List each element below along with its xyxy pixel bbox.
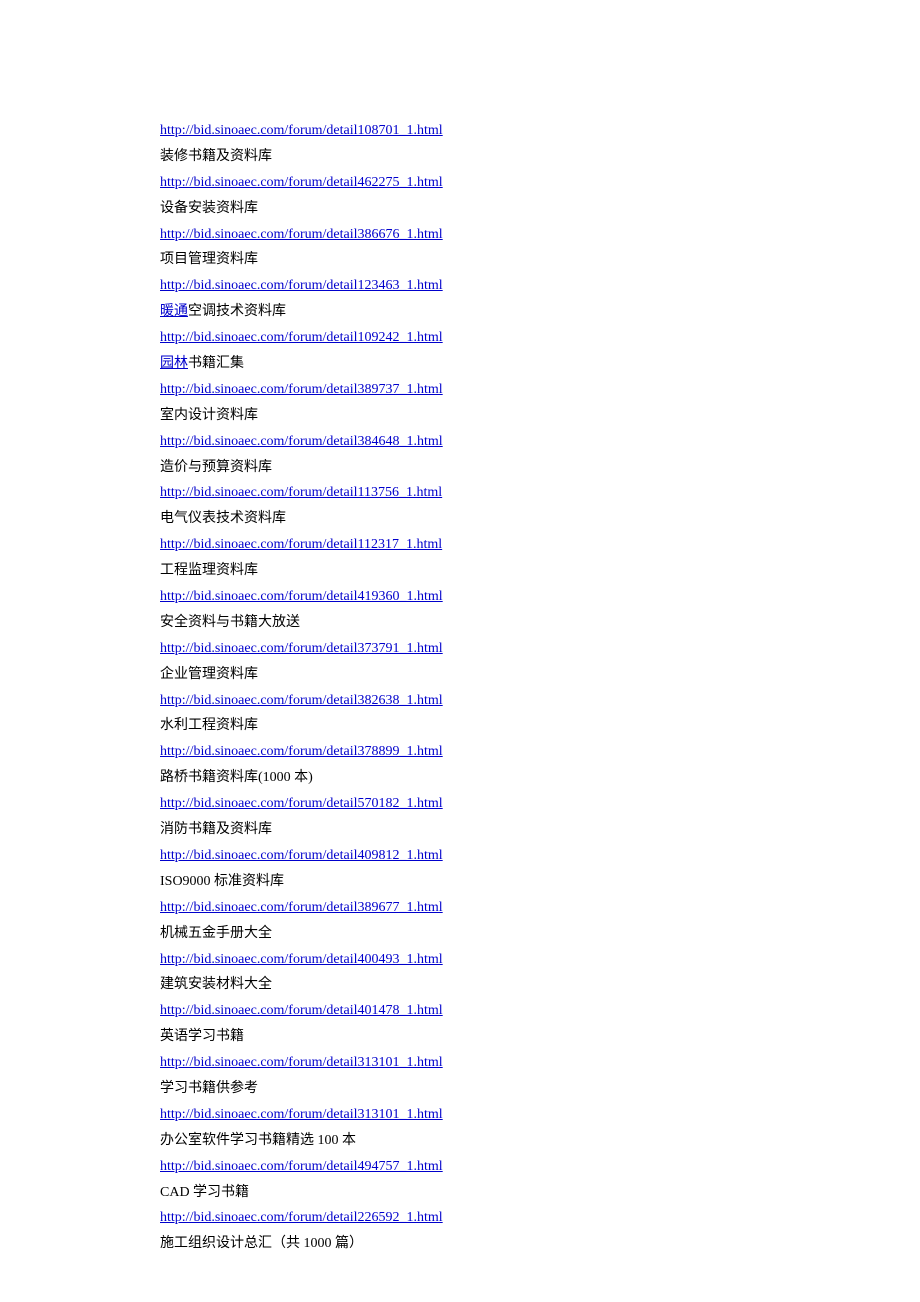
entry-label: 建筑安装材料大全 (160, 977, 272, 992)
entry-label: ISO9000 标准资料库 (160, 874, 284, 889)
entry-label-row: 建筑安装材料大全 (160, 972, 920, 998)
entry-label: 水利工程资料库 (160, 718, 258, 733)
entry-url-row: http://bid.sinoaec.com/forum/detail38667… (160, 222, 920, 248)
entry-url-row: http://bid.sinoaec.com/forum/detail49475… (160, 1154, 920, 1180)
entry-label: 施工组织设计总汇（共 1000 篇） (160, 1236, 363, 1251)
entry-label: 企业管理资料库 (160, 667, 258, 682)
entry-label: 机械五金手册大全 (160, 926, 272, 941)
resource-link[interactable]: http://bid.sinoaec.com/forum/detail38667… (160, 227, 443, 242)
entry-url-row: http://bid.sinoaec.com/forum/detail11375… (160, 480, 920, 506)
entry-url-row: http://bid.sinoaec.com/forum/detail40147… (160, 998, 920, 1024)
entry-label-row: 路桥书籍资料库(1000 本) (160, 765, 920, 791)
entry-url-row: http://bid.sinoaec.com/forum/detail57018… (160, 791, 920, 817)
entry-label-row: 工程监理资料库 (160, 558, 920, 584)
entry-url-row: http://bid.sinoaec.com/forum/detail22659… (160, 1205, 920, 1231)
resource-link[interactable]: http://bid.sinoaec.com/forum/detail49475… (160, 1159, 443, 1174)
entry-url-row: http://bid.sinoaec.com/forum/detail40049… (160, 947, 920, 973)
resource-link[interactable]: http://bid.sinoaec.com/forum/detail38973… (160, 382, 443, 397)
entry-label-suffix: 书籍汇集 (188, 356, 244, 371)
entry-url-row: http://bid.sinoaec.com/forum/detail10870… (160, 118, 920, 144)
entry-label-row: 企业管理资料库 (160, 662, 920, 688)
entry-url-row: http://bid.sinoaec.com/forum/detail38973… (160, 377, 920, 403)
entry-label: 装修书籍及资料库 (160, 149, 272, 164)
entry-label-row: 办公室软件学习书籍精选 100 本 (160, 1128, 920, 1154)
entry-label: 安全资料与书籍大放送 (160, 615, 300, 630)
entry-label-row: 施工组织设计总汇（共 1000 篇） (160, 1231, 920, 1257)
resource-link[interactable]: http://bid.sinoaec.com/forum/detail31310… (160, 1107, 443, 1122)
entry-url-row: http://bid.sinoaec.com/forum/detail38263… (160, 688, 920, 714)
entry-url-row: http://bid.sinoaec.com/forum/detail31310… (160, 1102, 920, 1128)
entry-label-row: 项目管理资料库 (160, 247, 920, 273)
entry-label: 项目管理资料库 (160, 252, 258, 267)
entry-label-row: 装修书籍及资料库 (160, 144, 920, 170)
entry-label: 工程监理资料库 (160, 563, 258, 578)
document-page: http://bid.sinoaec.com/forum/detail10870… (0, 0, 920, 1257)
entry-label-row: 水利工程资料库 (160, 713, 920, 739)
resource-link[interactable]: http://bid.sinoaec.com/forum/detail11375… (160, 485, 442, 500)
entry-label-row: 英语学习书籍 (160, 1024, 920, 1050)
entry-label: 消防书籍及资料库 (160, 822, 272, 837)
entry-label-row: 室内设计资料库 (160, 403, 920, 429)
resource-link[interactable]: http://bid.sinoaec.com/forum/detail38464… (160, 434, 443, 449)
resource-link[interactable]: http://bid.sinoaec.com/forum/detail10924… (160, 330, 443, 345)
entry-url-row: http://bid.sinoaec.com/forum/detail46227… (160, 170, 920, 196)
entry-label: 室内设计资料库 (160, 408, 258, 423)
entry-label: 路桥书籍资料库(1000 本) (160, 770, 313, 785)
resource-link[interactable]: http://bid.sinoaec.com/forum/detail40147… (160, 1003, 443, 1018)
entry-url-row: http://bid.sinoaec.com/forum/detail40981… (160, 843, 920, 869)
resource-link[interactable]: http://bid.sinoaec.com/forum/detail46227… (160, 175, 443, 190)
resource-link[interactable]: http://bid.sinoaec.com/forum/detail37889… (160, 744, 443, 759)
entry-label: 设备安装资料库 (160, 201, 258, 216)
entry-label: 电气仪表技术资料库 (160, 511, 286, 526)
resource-link[interactable]: http://bid.sinoaec.com/forum/detail38263… (160, 693, 443, 708)
resource-link[interactable]: http://bid.sinoaec.com/forum/detail12346… (160, 278, 443, 293)
entry-label: 学习书籍供参考 (160, 1081, 258, 1096)
entry-url-row: http://bid.sinoaec.com/forum/detail10924… (160, 325, 920, 351)
resource-link[interactable]: http://bid.sinoaec.com/forum/detail41936… (160, 589, 443, 604)
resource-link[interactable]: http://bid.sinoaec.com/forum/detail40981… (160, 848, 443, 863)
entry-label: 英语学习书籍 (160, 1029, 244, 1044)
entry-label-row: 电气仪表技术资料库 (160, 506, 920, 532)
entry-label-row: 园林书籍汇集 (160, 351, 920, 377)
entry-label-row: ISO9000 标准资料库 (160, 869, 920, 895)
keyword-link[interactable]: 园林 (160, 356, 188, 371)
entry-label-row: 安全资料与书籍大放送 (160, 610, 920, 636)
resource-link[interactable]: http://bid.sinoaec.com/forum/detail40049… (160, 952, 443, 967)
keyword-link[interactable]: 暖通 (160, 304, 188, 319)
entry-label-row: 暖通空调技术资料库 (160, 299, 920, 325)
entry-label-row: 学习书籍供参考 (160, 1076, 920, 1102)
entry-url-row: http://bid.sinoaec.com/forum/detail12346… (160, 273, 920, 299)
resource-link[interactable]: http://bid.sinoaec.com/forum/detail37379… (160, 641, 443, 656)
resource-link[interactable]: http://bid.sinoaec.com/forum/detail11231… (160, 537, 442, 552)
resource-link[interactable]: http://bid.sinoaec.com/forum/detail57018… (160, 796, 443, 811)
entry-url-row: http://bid.sinoaec.com/forum/detail38967… (160, 895, 920, 921)
resource-link[interactable]: http://bid.sinoaec.com/forum/detail31310… (160, 1055, 443, 1070)
resource-link[interactable]: http://bid.sinoaec.com/forum/detail10870… (160, 123, 443, 138)
entry-url-row: http://bid.sinoaec.com/forum/detail37379… (160, 636, 920, 662)
entry-label: 造价与预算资料库 (160, 460, 272, 475)
entry-url-row: http://bid.sinoaec.com/forum/detail11231… (160, 532, 920, 558)
entry-label-row: 消防书籍及资料库 (160, 817, 920, 843)
entry-url-row: http://bid.sinoaec.com/forum/detail37889… (160, 739, 920, 765)
entry-label-row: 设备安装资料库 (160, 196, 920, 222)
entry-label-row: CAD 学习书籍 (160, 1180, 920, 1206)
entry-label-row: 机械五金手册大全 (160, 921, 920, 947)
entry-label: 办公室软件学习书籍精选 100 本 (160, 1133, 356, 1148)
resource-link[interactable]: http://bid.sinoaec.com/forum/detail22659… (160, 1210, 443, 1225)
entry-url-row: http://bid.sinoaec.com/forum/detail38464… (160, 429, 920, 455)
entry-label: CAD 学习书籍 (160, 1185, 249, 1200)
entry-url-row: http://bid.sinoaec.com/forum/detail41936… (160, 584, 920, 610)
resource-link[interactable]: http://bid.sinoaec.com/forum/detail38967… (160, 900, 443, 915)
entry-url-row: http://bid.sinoaec.com/forum/detail31310… (160, 1050, 920, 1076)
entry-label-suffix: 空调技术资料库 (188, 304, 286, 319)
entry-label-row: 造价与预算资料库 (160, 455, 920, 481)
